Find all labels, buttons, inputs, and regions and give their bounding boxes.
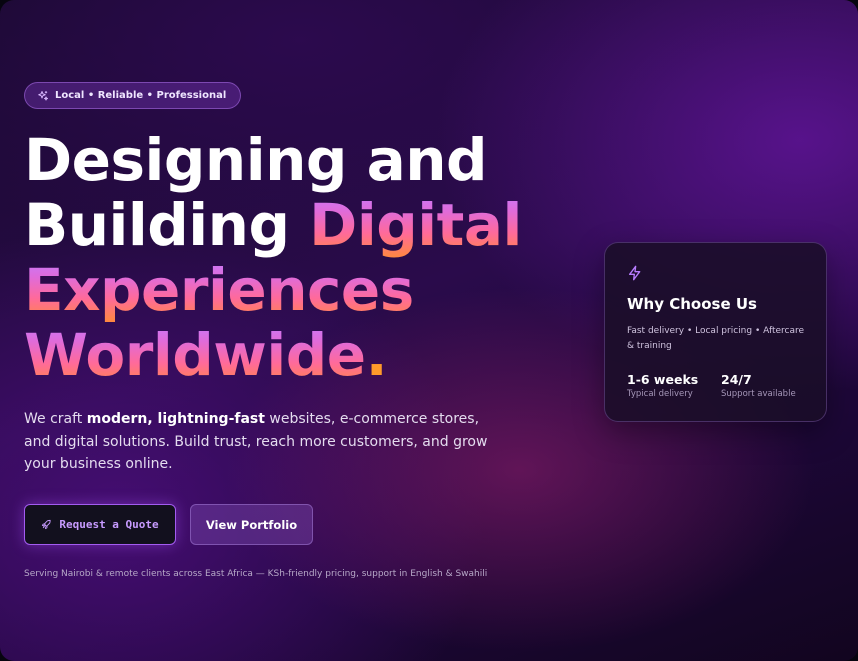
hero-headline: Designing and Building Digital Experienc… (24, 128, 522, 388)
headline-line-1: Designing and (24, 126, 488, 194)
view-portfolio-button[interactable]: View Portfolio (190, 504, 313, 545)
headline-worldwide: Worldwide (24, 321, 366, 389)
headline-building: Building (24, 191, 310, 259)
tagline-badge: Local • Reliable • Professional (24, 82, 242, 109)
sparkles-icon (38, 90, 48, 100)
request-quote-button[interactable]: Request a Quote (24, 504, 176, 545)
stat-delivery: 1-6 weeks Typical delivery (627, 372, 698, 399)
badge-text: Local • Reliable • Professional (55, 90, 227, 101)
why-choose-us-card: Why Choose Us Fast delivery • Local pric… (604, 242, 827, 422)
headline-dot: . (365, 321, 388, 389)
view-portfolio-label: View Portfolio (205, 517, 298, 532)
headline-line-4: Worldwide. (24, 323, 522, 388)
headline-line-3: Experiences (24, 258, 522, 323)
lightning-icon (629, 265, 641, 281)
stat-label: Support available (721, 389, 796, 399)
hero-section: Local • Reliable • Professional Designin… (0, 0, 858, 661)
stat-support: 24/7 Support available (721, 372, 796, 399)
headline-line-2: Building Digital (24, 193, 522, 258)
hero-description: We craft modern, lightning-fast websites… (24, 408, 504, 476)
stat-value: 1-6 weeks (627, 372, 699, 387)
headline-digital: Digital (309, 191, 522, 259)
card-description: Fast delivery • Local pricing • Aftercar… (627, 326, 805, 351)
request-quote-label: Request a Quote (59, 518, 159, 531)
card-title: Why Choose Us (627, 295, 757, 313)
lead-emphasis: modern, lightning-fast (86, 411, 265, 427)
service-footnote: Serving Nairobi & remote clients across … (24, 569, 488, 579)
rocket-icon (42, 519, 51, 530)
lead-prefix: We craft (24, 411, 87, 427)
stat-label: Typical delivery (627, 389, 693, 399)
stat-value: 24/7 (721, 372, 752, 387)
